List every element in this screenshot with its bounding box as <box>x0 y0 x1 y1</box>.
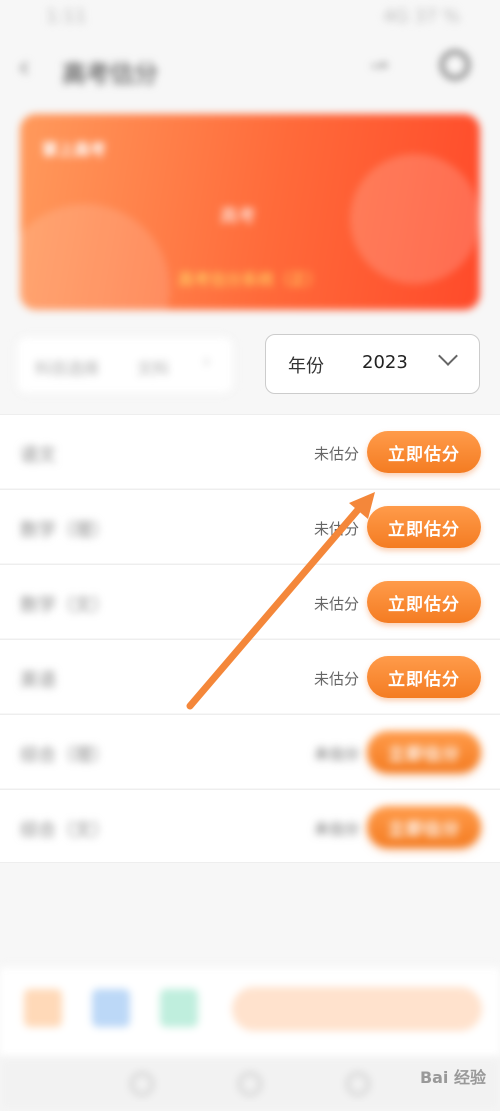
tool-icon[interactable] <box>92 989 130 1027</box>
banner-subtitle: 高考估分系统（正） <box>178 270 323 289</box>
estimate-status: 未估分 <box>314 820 360 838</box>
list-item: 数学（文） 未估分 立即估分 <box>0 564 500 638</box>
promo-banner[interactable]: 掌上高考 高考 高考估分系统（正） <box>20 114 480 310</box>
subject-name: 综合（文） <box>20 820 110 841</box>
back-icon[interactable]: ‹ <box>18 50 30 85</box>
subject-name: 英语 <box>20 670 56 691</box>
list-item: 英语 未估分 立即估分 <box>0 639 500 713</box>
tool-icon[interactable] <box>24 989 62 1027</box>
status-bar: 1:11 4G 37 % <box>0 0 500 36</box>
estimate-status: 未估分 <box>314 445 360 463</box>
subject-select[interactable]: 科目选择 文科 › <box>16 336 234 394</box>
banner-title: 高考 <box>220 206 256 227</box>
chevron-down-icon <box>438 346 458 366</box>
estimate-now-button[interactable]: 立即估分 <box>367 431 481 473</box>
status-time: 1:11 <box>46 6 87 27</box>
estimate-status: 未估分 <box>314 745 360 763</box>
subject-name: 数学（文） <box>20 595 110 616</box>
nav-recent-icon[interactable] <box>346 1072 370 1096</box>
banner-decoration <box>20 204 170 310</box>
bottom-action-button[interactable] <box>232 987 482 1031</box>
estimate-now-button[interactable]: 立即估分 <box>367 506 481 548</box>
nav-back-icon[interactable] <box>130 1072 154 1096</box>
list-item: 综合（理） 未估分 立即估分 <box>0 714 500 788</box>
share-icon[interactable]: ⇀ <box>370 54 388 79</box>
subject-name: 数学（理） <box>20 520 110 541</box>
estimate-status: 未估分 <box>314 595 360 613</box>
estimate-now-button[interactable]: 立即估分 <box>367 656 481 698</box>
list-item: 数学（理） 未估分 立即估分 <box>0 489 500 563</box>
more-icon[interactable] <box>440 50 470 80</box>
estimate-now-button[interactable]: 立即估分 <box>367 731 481 773</box>
nav-home-icon[interactable] <box>238 1072 262 1096</box>
status-indicators: 4G 37 % <box>383 6 460 27</box>
list-item: 语文 未估分 立即估分 <box>0 414 500 488</box>
subject-select-value: 文科 <box>137 359 170 378</box>
chevron-down-icon: › <box>203 351 211 372</box>
estimate-now-button[interactable]: 立即估分 <box>367 581 481 623</box>
estimate-status: 未估分 <box>314 520 360 538</box>
tool-icon[interactable] <box>160 989 198 1027</box>
page-title: 高考估分 <box>62 60 158 88</box>
banner-decoration <box>350 154 480 284</box>
subject-name: 综合（理） <box>20 745 110 766</box>
year-select-label: 年份 <box>288 356 324 377</box>
app-header: ‹ 高考估分 ⇀ <box>0 36 500 100</box>
subject-select-label: 科目选择 <box>35 359 100 378</box>
estimate-now-button[interactable]: 立即估分 <box>367 806 481 848</box>
bottom-toolbar <box>0 966 500 1057</box>
subject-name: 语文 <box>20 445 56 466</box>
watermark: Bai 经验 <box>419 1068 486 1087</box>
year-select-value: 2023 <box>362 352 408 373</box>
estimate-status: 未估分 <box>314 670 360 688</box>
list-item: 综合（文） 未估分 立即估分 <box>0 789 500 863</box>
year-select[interactable]: 年份 2023 <box>265 334 480 394</box>
banner-logo: 掌上高考 <box>42 140 107 159</box>
